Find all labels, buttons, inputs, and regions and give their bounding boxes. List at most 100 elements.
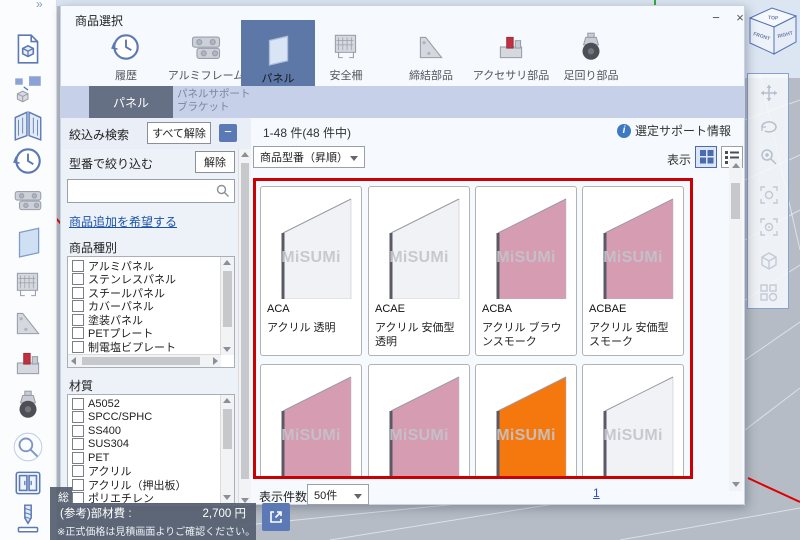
product-card[interactable]: MiSUMi ACAE アクリル 安価型 透明: [368, 186, 470, 356]
overlay-partial-text: 総: [58, 489, 69, 505]
checkbox[interactable]: [72, 341, 84, 353]
display-settings-icon[interactable]: [758, 282, 780, 304]
sidebar-collapse-icon[interactable]: »: [36, 0, 43, 11]
checkbox-row[interactable]: SS400: [68, 424, 218, 438]
checkbox[interactable]: [72, 479, 84, 491]
part-number-clear-button[interactable]: 解除: [195, 151, 235, 173]
category-accessory-parts[interactable]: アクセサリ部品: [471, 24, 551, 83]
category-caster-parts[interactable]: 足回り部品: [551, 24, 631, 83]
product-card[interactable]: MiSUMi ACA アクリル 透明: [260, 186, 362, 356]
checkbox-row[interactable]: SPCC/SPHC: [68, 411, 218, 425]
filter-scrollbar[interactable]: [238, 149, 251, 506]
grid-view-toggle[interactable]: [695, 146, 717, 168]
isometric-view-icon[interactable]: [758, 250, 780, 272]
category-history[interactable]: 履歴: [86, 24, 166, 83]
selection-support-info[interactable]: i 選定サポート情報: [617, 122, 731, 139]
minimize-button[interactable]: −: [707, 10, 725, 26]
product-card[interactable]: MiSUMi: [582, 364, 684, 479]
bracket-icon[interactable]: [11, 306, 45, 340]
checkbox[interactable]: [72, 398, 84, 410]
category-aluminum-frame[interactable]: アルミフレーム: [166, 24, 246, 83]
product-grid-selection: MiSUMi ACA アクリル 透明 MiSUMi ACAE アクリル 安価型 …: [253, 178, 693, 479]
search-icon[interactable]: [215, 183, 231, 199]
clear-all-button[interactable]: すべて解除: [147, 122, 211, 144]
product-card[interactable]: MiSUMi: [368, 364, 470, 479]
part-number-input[interactable]: [70, 182, 214, 202]
per-page-dropdown[interactable]: 50件: [307, 484, 369, 505]
product-card[interactable]: MiSUMi ACBAE アクリル 安価型 スモーク: [582, 186, 684, 356]
orbit-icon[interactable]: [758, 114, 780, 136]
checkbox[interactable]: [72, 314, 84, 326]
zoom-icon[interactable]: [758, 146, 780, 168]
product-card[interactable]: MiSUMi: [260, 364, 362, 479]
sidebar: »: [0, 0, 57, 540]
partition-icon[interactable]: [11, 108, 45, 142]
cabinet-icon[interactable]: [11, 466, 45, 500]
tab-panel-support-bracket[interactable]: パネルサポート ブラケット: [177, 88, 281, 114]
collapse-filter-button[interactable]: −: [219, 124, 237, 142]
document-3d-icon[interactable]: [11, 32, 45, 66]
filter-header: 絞込み検索 すべて解除 −: [61, 118, 251, 149]
category-safety-fence[interactable]: 安全柵: [306, 24, 386, 83]
vertical-scrollbar[interactable]: [220, 395, 234, 503]
view-toolbar: [747, 73, 789, 309]
checkbox[interactable]: [72, 465, 84, 477]
checkbox[interactable]: [72, 260, 84, 272]
checkbox[interactable]: [72, 411, 84, 423]
checkbox[interactable]: [72, 425, 84, 437]
view-cube[interactable]: TOP FRONT RIGHT: [744, 2, 800, 60]
accessory-icon[interactable]: [11, 346, 45, 380]
tab-panel[interactable]: パネル: [89, 86, 173, 118]
pan-icon[interactable]: [758, 82, 780, 104]
product-image: MiSUMi: [476, 187, 576, 299]
zoom-selection-icon[interactable]: [758, 216, 780, 238]
open-estimate-button[interactable]: [262, 503, 290, 531]
product-name: アクリル 安価型 スモーク: [589, 321, 677, 349]
checkbox[interactable]: [72, 438, 84, 450]
product-card[interactable]: MiSUMi ACBA アクリル ブラウンスモーク: [475, 186, 577, 356]
product-image: MiSUMi: [261, 187, 361, 299]
price-note: ※正式価格は見積画面よりご確認ください。: [57, 523, 255, 538]
zoom-fit-icon[interactable]: [758, 184, 780, 206]
product-card[interactable]: MiSUMi: [475, 364, 577, 479]
page-1-link[interactable]: 1: [593, 486, 600, 500]
place-part-icon[interactable]: [11, 72, 45, 106]
viewcube-top-label: TOP: [768, 15, 779, 22]
checkbox-row[interactable]: A5052: [68, 397, 218, 411]
product-image: MiSUMi: [583, 187, 683, 299]
close-button[interactable]: ×: [731, 10, 749, 26]
results-scrollbar[interactable]: [729, 159, 742, 491]
checkbox-row[interactable]: SUS304: [68, 438, 218, 452]
safety-fence-icon[interactable]: [11, 268, 45, 302]
caster-icon[interactable]: [11, 388, 45, 422]
bracket-icon: [391, 24, 471, 64]
machining-icon[interactable]: [11, 502, 45, 536]
horizontal-scrollbar[interactable]: [68, 354, 221, 367]
vertical-scrollbar[interactable]: [220, 257, 234, 355]
aluminum-frame-icon[interactable]: [11, 182, 45, 216]
panel-icon[interactable]: [11, 224, 45, 258]
checkbox[interactable]: [72, 300, 84, 312]
search-icon[interactable]: [11, 430, 45, 464]
checkbox[interactable]: [72, 327, 84, 339]
category-panel-selected[interactable]: パネル: [241, 20, 315, 86]
request-product-link[interactable]: 商品追加を希望する: [69, 213, 177, 230]
checkbox[interactable]: [72, 273, 84, 285]
product-selection-dialog: 商品選択 − × 履歴: [60, 5, 745, 505]
product-code: ACBAE: [589, 303, 677, 315]
checkbox[interactable]: [72, 287, 84, 299]
sort-dropdown[interactable]: 商品型番（昇順）: [253, 146, 365, 168]
checkbox-row[interactable]: ポリエチレン: [68, 492, 218, 505]
product-code: ACA: [267, 303, 355, 315]
category-fastening-parts[interactable]: 締結部品: [391, 24, 471, 83]
watermark: MiSUMi: [583, 249, 683, 267]
safety-fence-icon: [306, 24, 386, 64]
history-icon[interactable]: [11, 144, 45, 178]
checkbox[interactable]: [72, 492, 84, 504]
info-icon: i: [617, 124, 631, 138]
product-image: MiSUMi: [583, 365, 683, 477]
checkbox[interactable]: [72, 452, 84, 464]
material-listbox: A5052 SPCC/SPHC SS400 SUS304 PET アクリル アク…: [67, 394, 235, 504]
aluminum-frame-icon: [166, 24, 246, 64]
panel-icon: [241, 20, 315, 66]
